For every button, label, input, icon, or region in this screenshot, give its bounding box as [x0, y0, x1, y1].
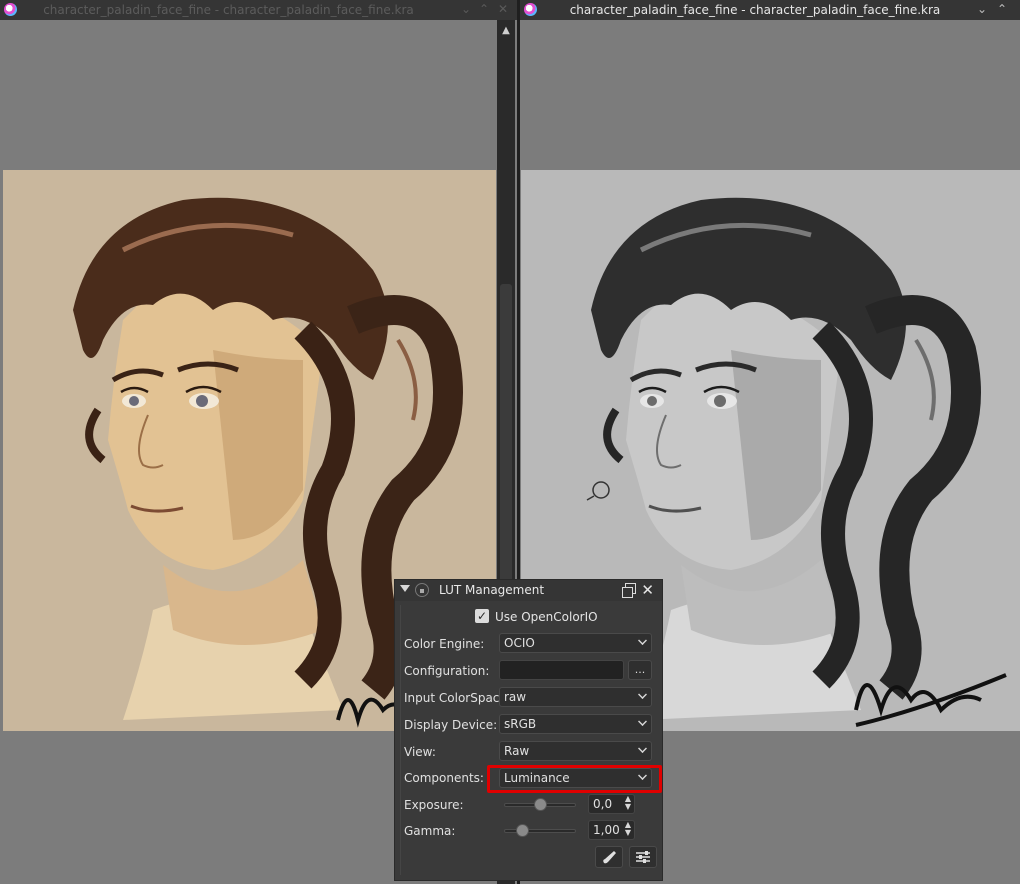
gamma-slider-handle[interactable]	[515, 824, 529, 837]
close-docker-icon[interactable]: ✕	[641, 581, 654, 599]
gamma-slider-track[interactable]	[504, 829, 576, 833]
configuration-label: Configuration:	[404, 664, 490, 678]
color-engine-select[interactable]: OCIO	[499, 633, 652, 653]
view-value: Raw	[504, 744, 530, 758]
lut-docker-header[interactable]: LUT Management ✕	[395, 580, 662, 601]
display-device-select[interactable]: sRGB	[499, 714, 652, 734]
exposure-slider-handle[interactable]	[533, 798, 547, 811]
input-colorspace-label: Input ColorSpace:	[404, 691, 511, 705]
left-titlebar[interactable]: character_paladin_face_fine - character_…	[0, 0, 517, 20]
spin-arrows-icon[interactable]: ▲ ▼	[625, 795, 631, 811]
components-highlight-box	[487, 765, 662, 793]
window-menu-icon[interactable]: ⌄	[459, 2, 473, 17]
window-menu-icon[interactable]: ⌄	[975, 2, 989, 17]
exposure-label: Exposure:	[404, 798, 464, 812]
lut-docker-body: ✓ Use OpenColorIO Color Engine: OCIO Con…	[400, 605, 662, 875]
color-engine-value: OCIO	[504, 636, 535, 650]
input-colorspace-select[interactable]: raw	[499, 687, 652, 707]
docker-title: LUT Management	[439, 583, 545, 597]
chevron-down-icon	[638, 744, 647, 753]
gamma-spinbox[interactable]: 1,00 ▲ ▼	[588, 820, 635, 840]
configuration-path-field[interactable]	[499, 660, 624, 680]
lock-icon[interactable]	[415, 583, 429, 597]
sliders-icon	[636, 851, 650, 863]
view-label: View:	[404, 745, 436, 759]
brush-button[interactable]	[595, 846, 623, 868]
right-window-title: character_paladin_face_fine - character_…	[569, 3, 941, 17]
close-window-icon[interactable]: ✕	[496, 2, 510, 17]
gamma-value: 1,00	[593, 823, 620, 837]
scroll-up-icon[interactable]: ▲	[500, 26, 512, 36]
lut-management-docker[interactable]: LUT Management ✕ ✓ Use OpenColorIO Color…	[394, 579, 663, 881]
chevron-down-icon	[638, 690, 647, 699]
gamma-label: Gamma:	[404, 824, 456, 838]
exposure-value: 0,0	[593, 797, 613, 811]
color-engine-label: Color Engine:	[404, 637, 485, 651]
use-ocio-label: Use OpenColorIO	[495, 610, 598, 624]
chevron-down-icon	[638, 636, 647, 645]
settings-button[interactable]	[629, 846, 657, 868]
display-device-label: Display Device:	[404, 718, 498, 732]
display-device-value: sRGB	[504, 717, 537, 731]
shade-window-icon[interactable]: ⌃	[995, 2, 1009, 17]
krita-logo-icon	[524, 3, 537, 16]
configuration-browse-button[interactable]: ...	[628, 660, 652, 680]
spin-arrows-icon[interactable]: ▲ ▼	[625, 821, 631, 837]
float-docker-icon[interactable]	[622, 583, 636, 598]
shade-window-icon[interactable]: ⌃	[477, 2, 491, 17]
left-window-title: character_paladin_face_fine - character_…	[43, 3, 414, 17]
right-titlebar[interactable]: character_paladin_face_fine - character_…	[520, 0, 1020, 20]
components-label: Components:	[404, 771, 484, 785]
view-select[interactable]: Raw	[499, 741, 652, 761]
input-colorspace-value: raw	[504, 690, 527, 704]
brush-icon	[603, 851, 616, 864]
collapse-triangle-icon[interactable]	[400, 585, 410, 592]
exposure-spinbox[interactable]: 0,0 ▲ ▼	[588, 794, 635, 814]
chevron-down-icon	[638, 717, 647, 726]
checkbox-checked-icon[interactable]: ✓	[475, 609, 489, 623]
